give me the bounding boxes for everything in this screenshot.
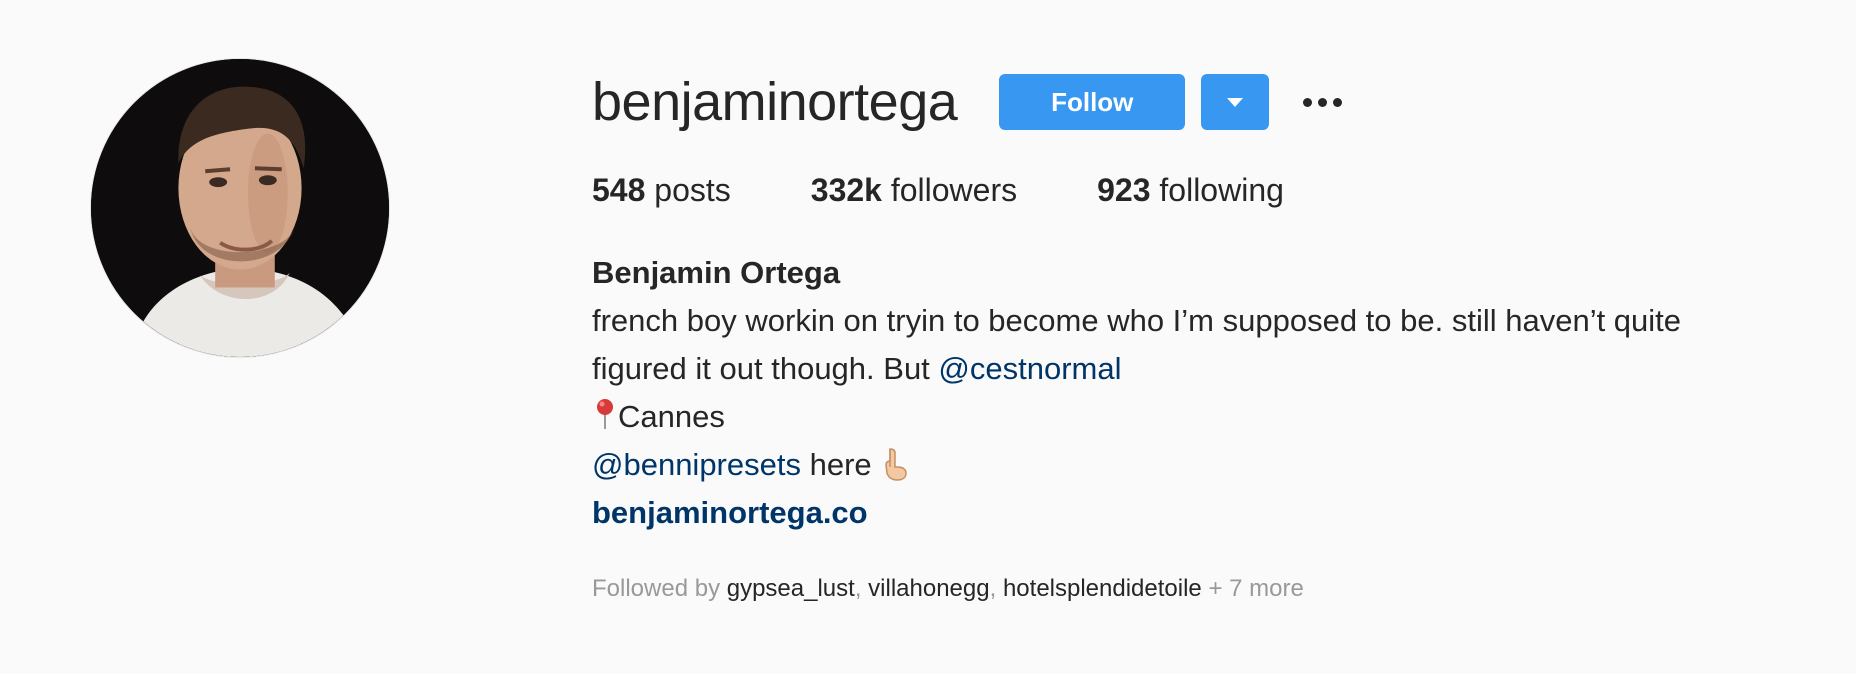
bio-presets-line: @bennipresets here — [592, 441, 1832, 489]
followed-by-more-link[interactable]: + 7 more — [1202, 575, 1303, 602]
followers-label: followers — [890, 172, 1018, 208]
following-label: following — [1159, 172, 1284, 208]
followers-count: 332k — [810, 172, 882, 208]
more-options-icon — [1302, 97, 1312, 107]
mention-bennipresets[interactable]: @bennipresets — [592, 447, 801, 482]
suggestions-dropdown-button[interactable] — [1201, 74, 1270, 130]
following-stat[interactable]: 923 following — [1097, 172, 1284, 209]
full-name: Benjamin Ortega — [592, 255, 841, 290]
followed-by-account[interactable]: villahonegg — [868, 575, 989, 602]
bio-location: Cannes — [592, 393, 1832, 441]
pin-icon — [597, 399, 613, 429]
website-link[interactable]: benjaminortega.co — [592, 495, 868, 530]
followers-stat[interactable]: 332k followers — [811, 172, 1017, 209]
posts-count: 548 — [592, 172, 646, 208]
profile-stats: 548 posts 332k followers 923 following — [592, 172, 1832, 209]
profile-info: benjaminortega Follow 548 posts 332k fol… — [592, 60, 1832, 603]
more-options-button[interactable] — [1299, 74, 1345, 130]
mention-cestnormal[interactable]: @cestnormal — [938, 351, 1121, 386]
posts-stat: 548 posts — [592, 172, 731, 209]
bio-line-1: french boy workin on tryin to become who… — [592, 303, 1682, 338]
profile-bio: Benjamin Ortega french boy workin on try… — [592, 249, 1832, 537]
follow-button[interactable]: Follow — [999, 74, 1186, 130]
followed-by-account[interactable]: gypsea_lust — [727, 575, 855, 602]
profile-photo — [91, 59, 389, 357]
location-text: Cannes — [618, 399, 725, 434]
bio-line-2: figured it out though. But @cestnormal — [592, 351, 1122, 386]
profile-header: benjaminortega Follow — [592, 60, 1832, 144]
profile-avatar[interactable] — [90, 58, 390, 358]
pointing-down-hand-icon — [885, 448, 908, 481]
posts-label: posts — [654, 172, 731, 208]
caret-down-icon — [1227, 97, 1244, 107]
following-count: 923 — [1097, 172, 1151, 208]
username: benjaminortega — [592, 72, 958, 132]
followed-by-account[interactable]: hotelsplendidetoile — [1003, 575, 1202, 602]
followed-by: Followed by gypsea_lust, villahonegg, ho… — [592, 575, 1304, 602]
